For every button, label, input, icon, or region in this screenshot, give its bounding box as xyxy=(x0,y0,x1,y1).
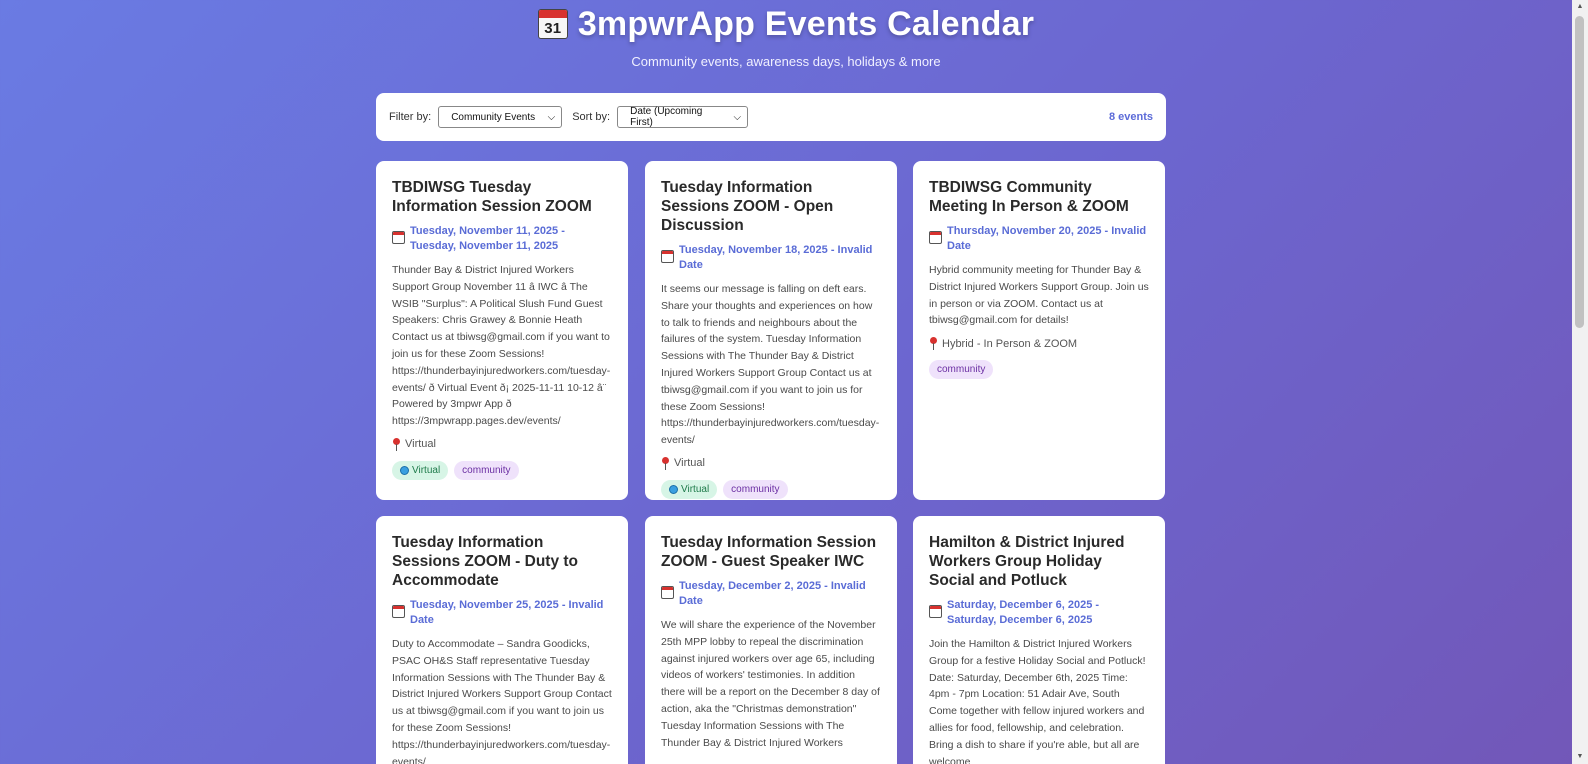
event-card[interactable]: Hamilton & District Injured Workers Grou… xyxy=(913,516,1165,764)
scroll-down-arrow-icon[interactable]: ▼ xyxy=(1572,750,1588,764)
event-title[interactable]: Hamilton & District Injured Workers Grou… xyxy=(929,533,1149,590)
event-location-text: Hybrid - In Person & ZOOM xyxy=(942,337,1078,350)
event-tags: Virtual community xyxy=(392,460,612,480)
calendar-icon xyxy=(929,231,942,244)
event-description: Duty to Accommodate – Sandra Goodicks, P… xyxy=(392,638,612,764)
page-title-text: 3mpwrApp Events Calendar xyxy=(577,4,1035,43)
page-title: 31 3mpwrApp Events Calendar xyxy=(0,0,1572,44)
event-location: Hybrid - In Person & ZOOM xyxy=(929,337,1149,351)
event-description: Join the Hamilton & District Injured Wor… xyxy=(929,638,1146,764)
sort-select-value: Date (Upcoming First) xyxy=(630,106,703,128)
tag-virtual: Virtual xyxy=(661,479,718,499)
calendar-icon xyxy=(392,231,405,244)
calendar-icon xyxy=(392,605,405,618)
event-date: Tuesday, November 11, 2025 - Tuesday, No… xyxy=(392,224,612,253)
sort-select[interactable]: Date (Upcoming First) ⌵ xyxy=(617,106,749,128)
chevron-down-icon: ⌵ xyxy=(733,111,742,123)
event-title[interactable]: TBDIWSG Tuesday Information Session ZOOM xyxy=(392,178,612,216)
event-title[interactable]: Tuesday Information Sessions ZOOM - Open… xyxy=(661,178,881,235)
globe-icon xyxy=(669,484,678,494)
tag-community: community xyxy=(723,479,788,499)
page-subtitle: Community events, awareness days, holida… xyxy=(631,54,941,69)
calendar-icon xyxy=(661,586,674,599)
event-card[interactable]: Tuesday Information Sessions ZOOM - Open… xyxy=(645,161,897,500)
calendar-icon xyxy=(929,605,942,618)
tag-community: community xyxy=(929,360,994,380)
event-card[interactable]: Tuesday Information Session ZOOM - Guest… xyxy=(645,516,897,764)
event-location-text: Virtual xyxy=(405,438,436,451)
event-date: Tuesday, November 25, 2025 - Invalid Dat… xyxy=(392,598,612,627)
chevron-down-icon: ⌵ xyxy=(547,111,556,123)
event-count: 8 events xyxy=(1108,111,1153,123)
filter-toolbar: Filter by: Community Events ⌵ Sort by: D… xyxy=(376,93,1166,141)
tag-virtual: Virtual xyxy=(392,460,449,480)
pin-icon xyxy=(929,337,938,351)
event-description: Thunder Bay & District Injured Workers S… xyxy=(392,264,611,428)
event-card[interactable]: TBDIWSG Tuesday Information Session ZOOM… xyxy=(376,161,628,500)
event-date-text: Tuesday, November 11, 2025 - Tuesday, No… xyxy=(410,225,565,252)
event-date-text: Tuesday, November 18, 2025 - Invalid Dat… xyxy=(679,244,873,271)
event-date: Thursday, November 20, 2025 - Invalid Da… xyxy=(929,224,1149,253)
pin-icon xyxy=(661,456,670,470)
filter-select-value: Community Events xyxy=(451,111,536,123)
event-date: Tuesday, November 18, 2025 - Invalid Dat… xyxy=(661,243,881,272)
event-description: It seems our message is falling on deft … xyxy=(661,283,880,447)
event-date-text: Thursday, November 20, 2025 - Invalid Da… xyxy=(947,225,1147,252)
globe-icon xyxy=(400,465,409,475)
event-card[interactable]: TBDIWSG Community Meeting In Person & ZO… xyxy=(913,161,1165,500)
event-title[interactable]: TBDIWSG Community Meeting In Person & ZO… xyxy=(929,178,1149,216)
sort-label: Sort by: xyxy=(572,111,611,123)
event-date: Saturday, December 6, 2025 - Saturday, D… xyxy=(929,598,1149,627)
event-tags: Virtual community xyxy=(661,479,881,499)
event-location: Virtual xyxy=(661,456,881,470)
calendar-icon xyxy=(661,250,674,263)
tag-label: Virtual xyxy=(412,464,441,476)
tag-community: community xyxy=(454,460,519,480)
event-tags: community xyxy=(929,360,1149,380)
event-location: Virtual xyxy=(392,437,612,451)
event-title[interactable]: Tuesday Information Session ZOOM - Guest… xyxy=(661,533,881,571)
page-scrollbar[interactable]: ▲ ▼ xyxy=(1572,0,1588,764)
page-header: 31 3mpwrApp Events Calendar Community ev… xyxy=(0,0,1572,69)
filter-label: Filter by: xyxy=(389,111,432,123)
filter-select[interactable]: Community Events ⌵ xyxy=(438,106,563,128)
tag-label: Virtual xyxy=(681,483,710,495)
event-title[interactable]: Tuesday Information Sessions ZOOM - Duty… xyxy=(392,533,612,590)
scrollbar-thumb[interactable] xyxy=(1575,16,1584,328)
event-card[interactable]: Tuesday Information Sessions ZOOM - Duty… xyxy=(376,516,628,764)
event-location-text: Virtual xyxy=(674,457,705,470)
event-description: Hybrid community meeting for Thunder Bay… xyxy=(929,264,1149,327)
page: 31 3mpwrApp Events Calendar Community ev… xyxy=(0,0,1572,764)
event-date: Tuesday, December 2, 2025 - Invalid Date xyxy=(661,579,881,608)
event-date-text: Tuesday, December 2, 2025 - Invalid Date xyxy=(679,580,866,607)
event-date-text: Tuesday, November 25, 2025 - Invalid Dat… xyxy=(410,599,604,626)
event-description: We will share the experience of the Nove… xyxy=(661,619,880,749)
event-date-text: Saturday, December 6, 2025 - Saturday, D… xyxy=(947,599,1100,626)
pin-icon xyxy=(392,437,401,451)
scroll-up-arrow-icon[interactable]: ▲ xyxy=(1572,0,1588,14)
calendar-icon: 31 xyxy=(537,9,568,39)
